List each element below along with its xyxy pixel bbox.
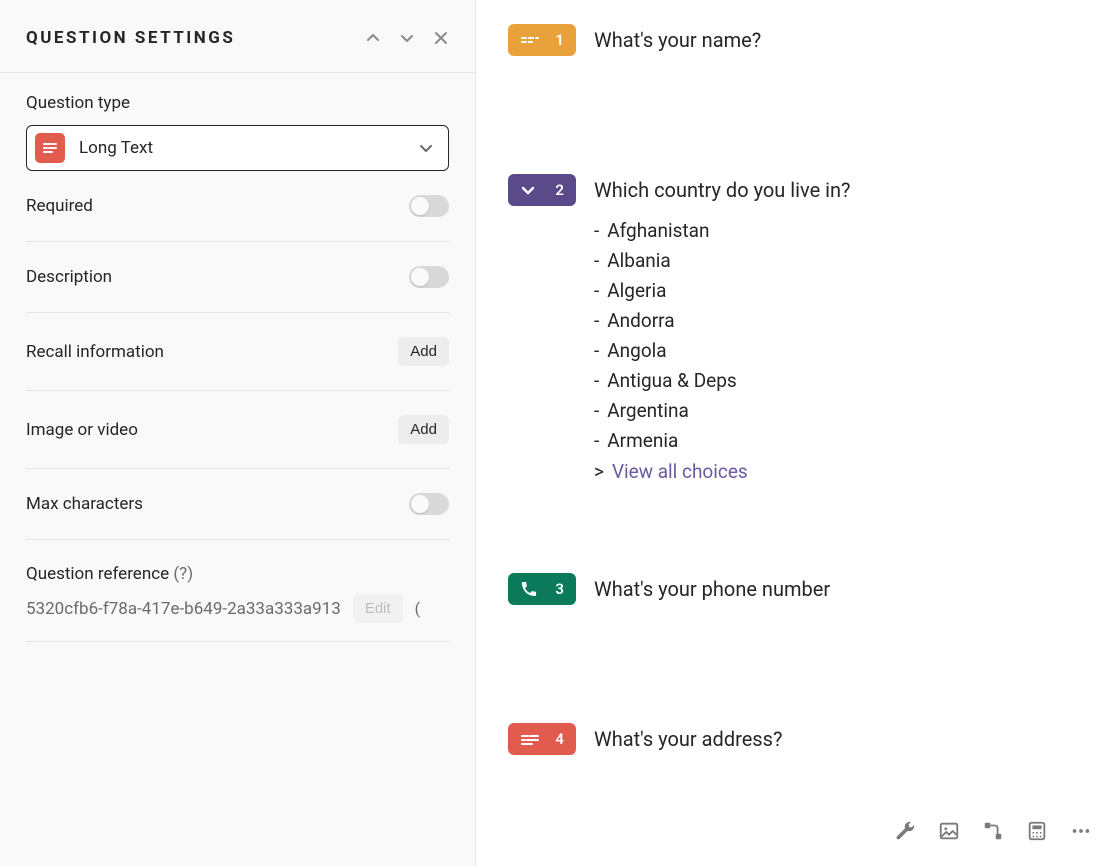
question-4-number: 4 [555, 730, 564, 748]
question-4-title: What's your address? [594, 723, 782, 755]
question-1-badge: 1 [508, 24, 576, 56]
wrench-icon[interactable] [894, 820, 916, 842]
reference-label-text: Question reference [26, 564, 169, 584]
long-text-icon [520, 732, 540, 746]
media-add-button[interactable]: Add [398, 415, 449, 444]
question-2-choices: -Afghanistan -Albania -Algeria -Andorra … [594, 216, 851, 483]
calculator-icon[interactable] [1026, 820, 1048, 842]
move-down-icon[interactable] [399, 30, 415, 46]
setting-description: Description [26, 242, 449, 313]
description-toggle[interactable] [409, 266, 449, 288]
long-text-icon [35, 133, 65, 163]
setting-required: Required [26, 171, 449, 242]
close-icon[interactable] [433, 30, 449, 46]
question-4[interactable]: 4 What's your address? [508, 723, 1086, 755]
question-2-body: Which country do you live in? -Afghanist… [594, 174, 851, 483]
maxchars-toggle[interactable] [409, 493, 449, 515]
choice-item: -Afghanistan [594, 216, 851, 246]
chevron-down-icon [418, 140, 434, 156]
move-up-icon[interactable] [365, 30, 381, 46]
choice-item: -Argentina [594, 396, 851, 426]
question-2-badge: 2 [508, 174, 576, 206]
question-1-number: 1 [555, 31, 564, 49]
recall-add-button[interactable]: Add [398, 337, 449, 366]
question-settings-panel: Question Settings Question type Long T [0, 0, 476, 866]
question-type-select[interactable]: Long Text [26, 125, 449, 171]
question-3-title: What's your phone number [594, 573, 830, 605]
question-3-badge: 3 [508, 573, 576, 605]
question-tools [894, 820, 1092, 842]
setting-media-label: Image or video [26, 420, 138, 440]
question-canvas: 1 What's your name? 2 Which country do y… [476, 0, 1116, 866]
reference-help-icon[interactable]: (?) [173, 564, 193, 584]
question-1[interactable]: 1 What's your name? [508, 24, 1086, 56]
dropdown-icon [520, 182, 536, 198]
question-3-number: 3 [555, 580, 564, 598]
panel-actions [365, 30, 449, 46]
logic-icon[interactable] [982, 820, 1004, 842]
question-2[interactable]: 2 Which country do you live in? -Afghani… [508, 174, 1086, 483]
choice-item: -Antigua & Deps [594, 366, 851, 396]
reference-edit-button[interactable]: Edit [353, 594, 403, 623]
panel-header: Question Settings [0, 0, 475, 73]
setting-media: Image or video Add [26, 391, 449, 469]
question-3[interactable]: 3 What's your phone number [508, 573, 1086, 605]
question-2-number: 2 [555, 181, 564, 199]
setting-maxchars: Max characters [26, 469, 449, 540]
choice-item: -Andorra [594, 306, 851, 336]
required-toggle[interactable] [409, 195, 449, 217]
setting-description-label: Description [26, 267, 112, 287]
choice-item: -Armenia [594, 426, 851, 456]
panel-title: Question Settings [26, 28, 235, 48]
setting-recall: Recall information Add [26, 313, 449, 391]
setting-recall-label: Recall information [26, 342, 164, 362]
view-all-choices[interactable]: >View all choices [594, 460, 851, 483]
question-type-label: Question type [26, 93, 449, 113]
choice-item: -Algeria [594, 276, 851, 306]
setting-required-label: Required [26, 196, 93, 216]
reference-label: Question reference (?) [26, 564, 449, 584]
reference-suffix: ( [415, 599, 420, 618]
more-icon[interactable] [1070, 820, 1092, 842]
setting-maxchars-label: Max characters [26, 494, 143, 514]
question-1-title: What's your name? [594, 24, 761, 56]
choice-item: -Albania [594, 246, 851, 276]
question-4-badge: 4 [508, 723, 576, 755]
short-text-icon [520, 33, 540, 47]
choice-item: -Angola [594, 336, 851, 366]
question-type-value: Long Text [79, 138, 153, 158]
question-reference: Question reference (?) 5320cfb6-f78a-417… [26, 540, 449, 642]
image-icon[interactable] [938, 820, 960, 842]
phone-icon [520, 580, 538, 598]
question-2-title: Which country do you live in? [594, 174, 851, 206]
reference-value: 5320cfb6-f78a-417e-b649-2a33a333a913 [26, 599, 341, 619]
panel-body: Question type Long Text Required Descrip… [0, 73, 475, 652]
